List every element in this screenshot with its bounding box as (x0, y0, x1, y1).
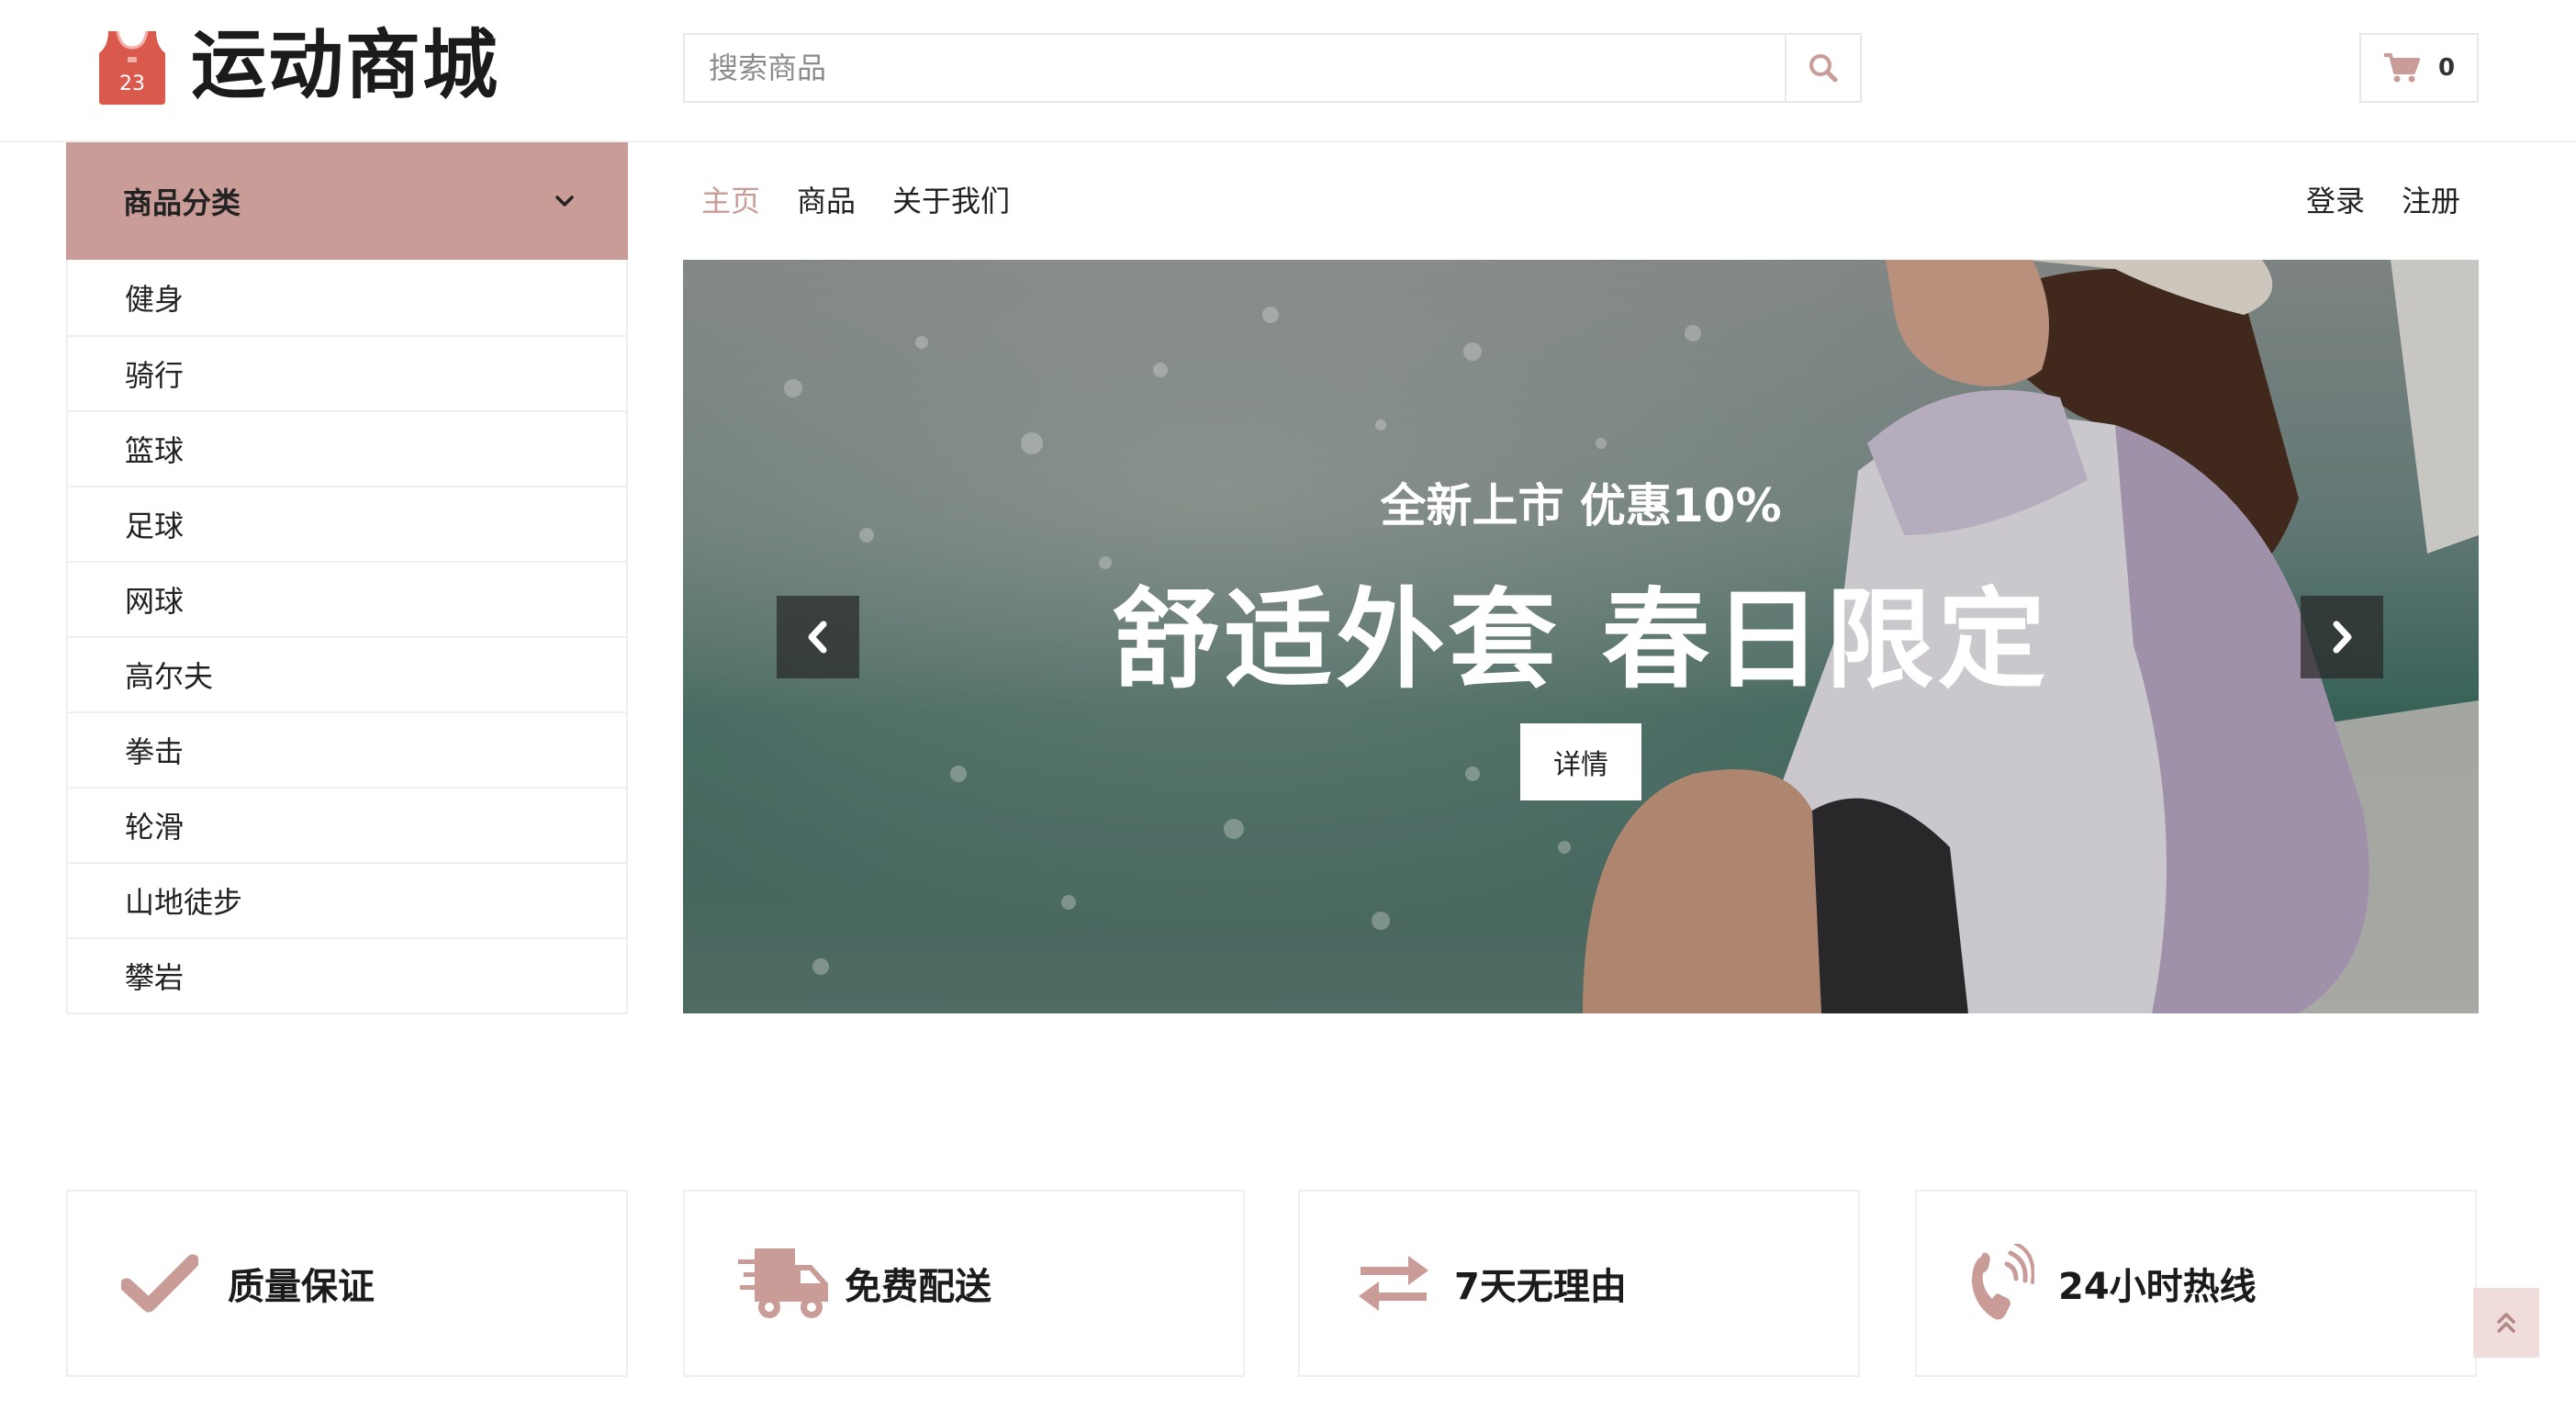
hero-title: 舒适外套 春日限定 (1112, 576, 2050, 703)
cart-button[interactable]: 0 (2359, 33, 2479, 103)
category-item-cycling[interactable]: 骑行 (68, 335, 626, 410)
site-header: 23 运动商城 0 (0, 0, 2576, 142)
feature-24h-hotline: 24小时热线 (1915, 1190, 2477, 1377)
category-title: 商品分类 (123, 185, 241, 220)
search-bar (683, 33, 1862, 103)
feature-free-shipping: 免费配送 (683, 1190, 1245, 1377)
cart-count-badge: 0 (2437, 54, 2456, 82)
nav-link-about[interactable]: 关于我们 (892, 181, 1010, 221)
site-logo-title[interactable]: 运动商城 (191, 20, 499, 112)
phone-icon (1972, 1244, 2034, 1320)
search-input[interactable] (685, 35, 1786, 101)
carousel-next-button[interactable] (2301, 596, 2383, 678)
exchange-icon (1359, 1256, 1428, 1311)
nav-link-products[interactable]: 商品 (797, 181, 856, 221)
shopping-cart-icon (2383, 53, 2420, 83)
category-item-hiking[interactable]: 山地徒步 (68, 862, 626, 937)
feature-label: 免费配送 (845, 1266, 991, 1308)
logo-number: 23 (119, 73, 145, 95)
register-link[interactable]: 注册 (2402, 181, 2460, 221)
hero-details-button[interactable]: 详情 (1520, 723, 1641, 800)
category-item-golf[interactable]: 高尔夫 (68, 636, 626, 711)
category-item-fitness[interactable]: 健身 (68, 260, 626, 335)
carousel-prev-button[interactable] (777, 596, 859, 678)
category-item-tennis[interactable]: 网球 (68, 561, 626, 636)
back-to-top-button[interactable] (2473, 1288, 2539, 1358)
nav-link-home[interactable]: 主页 (701, 181, 760, 221)
chevron-right-icon (2333, 621, 2352, 654)
chevron-left-icon (808, 621, 827, 654)
login-link[interactable]: 登录 (2306, 181, 2365, 221)
chevron-down-icon (555, 196, 574, 207)
category-item-basketball[interactable]: 篮球 (68, 410, 626, 486)
hero-carousel: 全新上市 优惠10% 舒适外套 春日限定 详情 (683, 260, 2479, 1013)
category-item-climbing[interactable]: 攀岩 (68, 937, 626, 1013)
category-item-boxing[interactable]: 拳击 (68, 711, 626, 787)
search-button[interactable] (1785, 35, 1860, 101)
search-icon (1809, 54, 1838, 83)
double-chevron-up-icon (2497, 1313, 2515, 1333)
jersey-logo-icon[interactable]: 23 (95, 28, 169, 105)
feature-7-day-return: 7天无理由 (1298, 1190, 1860, 1377)
feature-quality: 质量保证 (66, 1190, 628, 1377)
feature-label: 7天无理由 (1454, 1266, 1627, 1308)
feature-label: 质量保证 (228, 1266, 375, 1308)
category-item-skating[interactable]: 轮滑 (68, 787, 626, 862)
category-dropdown-toggle[interactable]: 商品分类 (66, 142, 628, 260)
check-icon (121, 1254, 198, 1313)
category-list: 健身 骑行 篮球 足球 网球 高尔夫 拳击 轮滑 山地徒步 攀岩 (66, 260, 628, 1014)
main-nav: 主页 商品 关于我们 登录 注册 (683, 142, 2479, 260)
hero-subtitle: 全新上市 优惠10% (1380, 479, 1782, 532)
feature-label: 24小时热线 (2058, 1266, 2257, 1308)
truck-icon (738, 1248, 828, 1318)
category-item-football[interactable]: 足球 (68, 486, 626, 561)
